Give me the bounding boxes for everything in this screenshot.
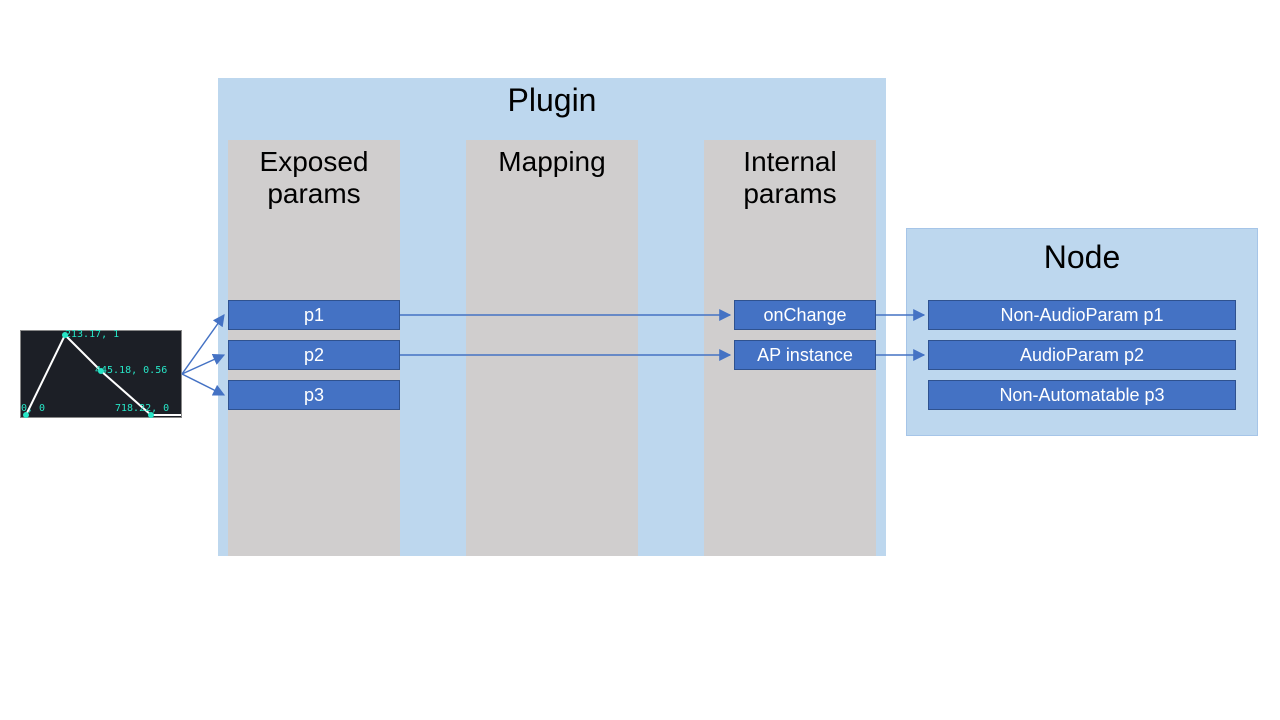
internal-params-title: Internal params bbox=[704, 140, 876, 210]
node-title: Node bbox=[907, 229, 1257, 276]
exposed-params-title: Exposed params bbox=[228, 140, 400, 210]
node-param-audioparam-p2: AudioParam p2 bbox=[928, 340, 1236, 370]
envelope-point-label: 718.22, 0 bbox=[115, 403, 169, 414]
exposed-param-p2: p2 bbox=[228, 340, 400, 370]
mapping-title: Mapping bbox=[466, 140, 638, 178]
envelope-point-label: 445.18, 0.56 bbox=[95, 365, 167, 376]
automation-envelope: 213.17, 1 445.18, 0.56 0, 0 718.22, 0 bbox=[20, 330, 182, 418]
plugin-title: Plugin bbox=[218, 78, 886, 119]
mapping-column: Mapping bbox=[466, 140, 638, 556]
node-param-nonauto-p3: Non-Automatable p3 bbox=[928, 380, 1236, 410]
exposed-param-p1: p1 bbox=[228, 300, 400, 330]
node-param-nonaudio-p1: Non-AudioParam p1 bbox=[928, 300, 1236, 330]
internal-param-onchange: onChange bbox=[734, 300, 876, 330]
envelope-point-label: 213.17, 1 bbox=[65, 329, 119, 340]
exposed-param-p3: p3 bbox=[228, 380, 400, 410]
internal-param-ap-instance: AP instance bbox=[734, 340, 876, 370]
envelope-point-label: 0, 0 bbox=[21, 403, 45, 414]
